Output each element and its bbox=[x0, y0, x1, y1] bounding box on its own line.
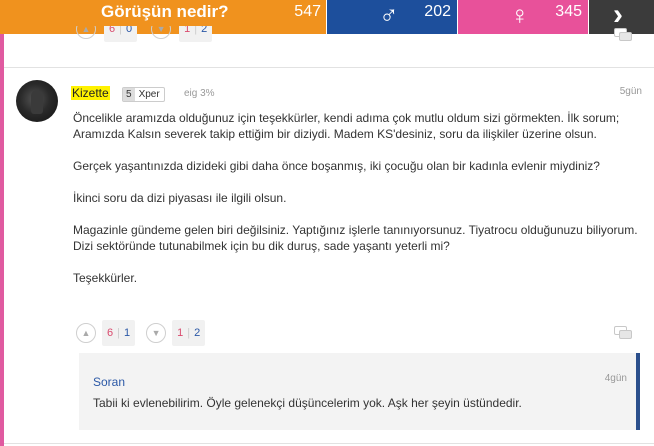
eig-score: eig 3% bbox=[184, 88, 215, 99]
comment-paragraph: Öncelikle aramızda olduğunuz için teşekk… bbox=[73, 111, 620, 141]
female-accent-stripe bbox=[0, 34, 4, 446]
comment-paragraph: Teşekkürler. bbox=[73, 271, 138, 285]
previous-upvote-counts: 6 | 0 bbox=[104, 26, 138, 42]
total-count: 547 bbox=[294, 3, 321, 20]
level-number: 5 bbox=[123, 88, 135, 101]
avatar[interactable] bbox=[16, 80, 58, 122]
level-badge: 5 Xper bbox=[122, 87, 165, 102]
comment-paragraph: Gerçek yaşantınızda dizideki gibi daha ö… bbox=[73, 159, 600, 173]
previous-up-a: 6 bbox=[109, 26, 116, 35]
comment-votes: ▲ 6 | 1 ▼ 1 | 2 bbox=[76, 320, 206, 346]
up-count-b: 1 bbox=[123, 327, 131, 339]
down-count-b: 2 bbox=[194, 327, 201, 339]
previous-down-b: 2 bbox=[201, 26, 208, 35]
upvote-counts: 6 | 1 bbox=[102, 320, 136, 346]
chevron-right-icon: › bbox=[613, 0, 623, 31]
bottom-divider bbox=[4, 443, 654, 444]
previous-comment-votes: ▲ 6 | 0 ▼ 1 | 2 bbox=[76, 26, 226, 42]
female-symbol-icon: ♀ bbox=[510, 0, 530, 30]
upvote-icon[interactable]: ▲ bbox=[76, 26, 96, 39]
asker-reply: Soran 4gün Tabii ki evlenebilirim. Öyle … bbox=[79, 353, 640, 430]
reply-author[interactable]: Soran bbox=[93, 375, 125, 389]
upvote-icon[interactable]: ▲ bbox=[76, 323, 96, 343]
downvote-counts: 1 | 2 bbox=[172, 320, 206, 346]
reply-time: 4gün bbox=[604, 373, 627, 384]
comment-time: 5gün bbox=[619, 86, 642, 97]
previous-up-b: 0 bbox=[125, 26, 133, 35]
question-title: Görüşün nedir? bbox=[101, 2, 229, 21]
male-filter-tab[interactable]: ♂ 202 bbox=[326, 0, 457, 34]
female-filter-tab[interactable]: ♀ 345 bbox=[457, 0, 588, 34]
username[interactable]: Kizette bbox=[71, 86, 110, 100]
reply-icon[interactable] bbox=[614, 28, 632, 42]
male-symbol-icon: ♂ bbox=[379, 0, 399, 30]
downvote-icon[interactable]: ▼ bbox=[146, 323, 167, 343]
reply-text: Tabii ki evlenebilirim. Öyle gelenekçi d… bbox=[93, 396, 522, 410]
comment-paragraph: Magazinle gündeme gelen biri değilsiniz.… bbox=[73, 223, 638, 253]
downvote-icon[interactable]: ▼ bbox=[151, 26, 172, 39]
rank-label: Xper bbox=[138, 89, 160, 100]
down-count-a: 1 bbox=[177, 327, 184, 339]
previous-down-a: 1 bbox=[184, 26, 191, 35]
up-count-a: 6 bbox=[107, 327, 114, 339]
comment-divider bbox=[4, 67, 654, 68]
reply-icon[interactable] bbox=[614, 326, 632, 340]
female-count: 345 bbox=[555, 3, 582, 20]
comment-paragraph: İkinci soru da dizi piyasası ile ilgili … bbox=[73, 191, 287, 205]
male-count: 202 bbox=[424, 3, 451, 20]
comment-body: Öncelikle aramızda olduğunuz için teşekk… bbox=[73, 110, 643, 302]
previous-downvote-counts: 1 | 2 bbox=[179, 26, 213, 42]
